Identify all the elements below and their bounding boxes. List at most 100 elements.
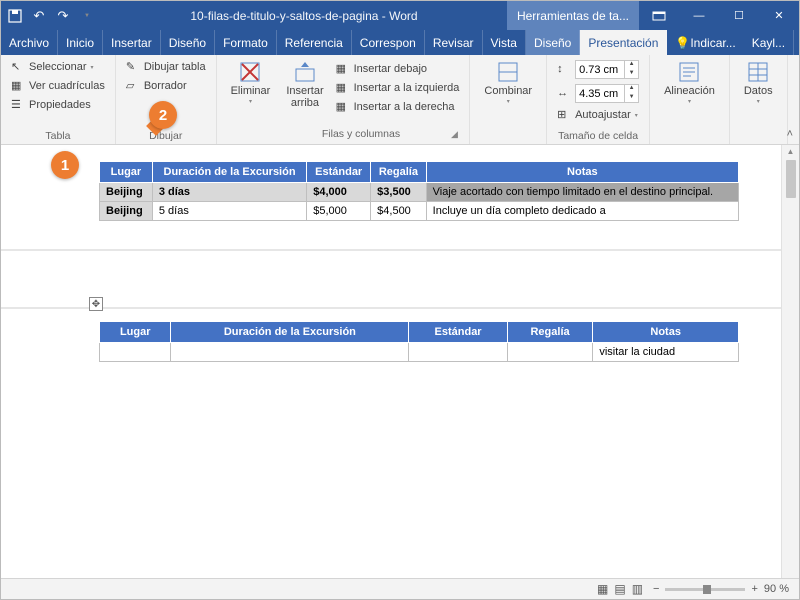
- dialog-launcher-icon[interactable]: ◢: [451, 129, 458, 140]
- web-layout-icon[interactable]: ▥: [632, 582, 643, 596]
- tell-me-label: Indicar...: [690, 36, 735, 50]
- col-notas[interactable]: Notas: [593, 322, 739, 343]
- table-header-row: Lugar Duración de la Excursión Estándar …: [100, 162, 739, 183]
- dibujar-tabla-button[interactable]: ✎Dibujar tabla: [124, 59, 208, 75]
- tab-formato[interactable]: Formato: [215, 30, 277, 55]
- tab-vista[interactable]: Vista: [483, 30, 526, 55]
- share-button[interactable]: 👤 Compartir: [794, 30, 800, 55]
- callout-1: 1: [51, 151, 79, 179]
- cell[interactable]: Beijing: [100, 202, 153, 221]
- maximize-icon[interactable]: ☐: [719, 1, 759, 30]
- eliminar-button[interactable]: Eliminar▾: [225, 59, 277, 108]
- tab-inicio[interactable]: Inicio: [58, 30, 103, 55]
- cell[interactable]: [100, 343, 171, 362]
- col-lugar[interactable]: Lugar: [100, 162, 153, 183]
- tab-correspondencia[interactable]: Correspon: [352, 30, 425, 55]
- table-move-handle-icon[interactable]: ✥: [89, 297, 103, 311]
- cell[interactable]: Beijing: [100, 183, 153, 202]
- ver-cuadriculas-button[interactable]: ▦Ver cuadrículas: [9, 78, 107, 94]
- seleccionar-button[interactable]: ↖Seleccionar ▾: [9, 59, 107, 75]
- col-estandar[interactable]: Estándar: [307, 162, 371, 183]
- datos-button[interactable]: Datos▾: [738, 59, 779, 108]
- cell[interactable]: 5 días: [152, 202, 306, 221]
- ribbon-options-icon[interactable]: [639, 1, 679, 30]
- group-dibujar: ✎Dibujar tabla ▱Borrador Dibujar: [116, 55, 217, 144]
- tab-referencia[interactable]: Referencia: [277, 30, 352, 55]
- cell[interactable]: $5,000: [307, 202, 371, 221]
- eraser-icon: ▱: [126, 79, 140, 93]
- read-mode-icon[interactable]: ▦: [597, 582, 608, 596]
- minimize-icon[interactable]: —: [679, 1, 719, 30]
- autoajustar-button[interactable]: ⊞Autoajustar ▾: [555, 107, 641, 123]
- tab-archivo[interactable]: Archivo: [1, 30, 58, 55]
- table-row[interactable]: Beijing 3 días $4,000 $3,500 Viaje acort…: [100, 183, 739, 202]
- cell[interactable]: [171, 343, 409, 362]
- tell-me[interactable]: 💡 Indicar...: [667, 30, 743, 55]
- col-regalia[interactable]: Regalía: [371, 162, 426, 183]
- alto-fila[interactable]: ↕▲▼: [555, 59, 641, 80]
- data-table[interactable]: Lugar Duración de la Excursión Estándar …: [99, 161, 739, 221]
- zoom-in-icon[interactable]: +: [751, 583, 757, 595]
- col-duracion[interactable]: Duración de la Excursión: [152, 162, 306, 183]
- table-row[interactable]: visitar la ciudad: [100, 343, 739, 362]
- table-header-row: Lugar Duración de la Excursión Estándar …: [100, 322, 739, 343]
- zoom-slider[interactable]: [665, 588, 745, 591]
- tab-revisar[interactable]: Revisar: [425, 30, 483, 55]
- group-tabla: ↖Seleccionar ▾ ▦Ver cuadrículas ☰Propied…: [1, 55, 116, 144]
- down-icon[interactable]: ▼: [625, 94, 638, 103]
- propiedades-button[interactable]: ☰Propiedades: [9, 97, 107, 113]
- down-icon[interactable]: ▼: [625, 70, 638, 79]
- zoom-value[interactable]: 90 %: [764, 583, 789, 595]
- tab-insertar[interactable]: Insertar: [103, 30, 161, 55]
- col-lugar[interactable]: Lugar: [100, 322, 171, 343]
- page[interactable]: ✥ Lugar Duración de la Excursión Estánda…: [1, 145, 781, 578]
- insertar-debajo-button[interactable]: ▦Insertar debajo: [334, 61, 462, 77]
- cell[interactable]: [409, 343, 508, 362]
- insertar-arriba-button[interactable]: Insertar arriba: [280, 59, 329, 111]
- cell[interactable]: $4,000: [307, 183, 371, 202]
- user-account[interactable]: Kayl...: [744, 30, 794, 55]
- collapse-ribbon-icon[interactable]: ˄: [787, 128, 793, 140]
- tab-diseno[interactable]: Diseño: [161, 30, 215, 55]
- scroll-thumb[interactable]: [786, 160, 796, 198]
- col-estandar[interactable]: Estándar: [409, 322, 508, 343]
- borrador-button[interactable]: ▱ Borrador: [124, 78, 208, 94]
- up-icon[interactable]: ▲: [625, 85, 638, 94]
- insertar-izquierda-button[interactable]: ▦Insertar a la izquierda: [334, 80, 462, 96]
- scroll-up-icon[interactable]: ▲: [787, 147, 795, 156]
- qat-dropdown-icon[interactable]: ▼: [79, 8, 95, 24]
- tab-diseno-tabla[interactable]: Diseño: [526, 30, 580, 55]
- vertical-scrollbar[interactable]: ▲: [781, 145, 799, 578]
- group-alineacion: Alineación▾: [650, 55, 730, 144]
- cell[interactable]: $3,500: [371, 183, 426, 202]
- insertar-debajo-label: Insertar debajo: [354, 63, 427, 75]
- cell[interactable]: [507, 343, 593, 362]
- ribbon-tabs: Archivo Inicio Insertar Diseño Formato R…: [1, 30, 799, 55]
- save-icon[interactable]: [7, 8, 23, 24]
- alineacion-button[interactable]: Alineación▾: [658, 59, 721, 108]
- cell[interactable]: Incluye un día completo dedicado a: [426, 202, 738, 221]
- title-bar: ↶ ↷ ▼ 10-filas-de-titulo-y-saltos-de-pag…: [1, 1, 799, 30]
- col-duracion[interactable]: Duración de la Excursión: [171, 322, 409, 343]
- ancho-columna[interactable]: ↔▲▼: [555, 83, 641, 104]
- tab-presentacion[interactable]: Presentación: [580, 30, 667, 55]
- zoom-out-icon[interactable]: −: [653, 583, 659, 595]
- cell[interactable]: Viaje acortado con tiempo limitado en el…: [426, 183, 738, 202]
- col-notas[interactable]: Notas: [426, 162, 738, 183]
- cell[interactable]: visitar la ciudad: [593, 343, 739, 362]
- table-row[interactable]: Beijing 5 días $5,000 $4,500 Incluye un …: [100, 202, 739, 221]
- data-table-page2[interactable]: Lugar Duración de la Excursión Estándar …: [99, 321, 739, 362]
- undo-icon[interactable]: ↶: [31, 8, 47, 24]
- ancho-columna-input[interactable]: [576, 88, 624, 100]
- up-icon[interactable]: ▲: [625, 61, 638, 70]
- borrador-label: Borrador: [144, 80, 187, 92]
- alto-fila-input[interactable]: [576, 64, 624, 76]
- close-icon[interactable]: ✕: [759, 1, 799, 30]
- combinar-button[interactable]: Combinar▾: [478, 59, 538, 108]
- col-regalia[interactable]: Regalía: [507, 322, 593, 343]
- cell[interactable]: 3 días: [152, 183, 306, 202]
- print-layout-icon[interactable]: ▤: [614, 582, 625, 596]
- redo-icon[interactable]: ↷: [55, 8, 71, 24]
- insertar-derecha-button[interactable]: ▦Insertar a la derecha: [334, 99, 462, 115]
- cell[interactable]: $4,500: [371, 202, 426, 221]
